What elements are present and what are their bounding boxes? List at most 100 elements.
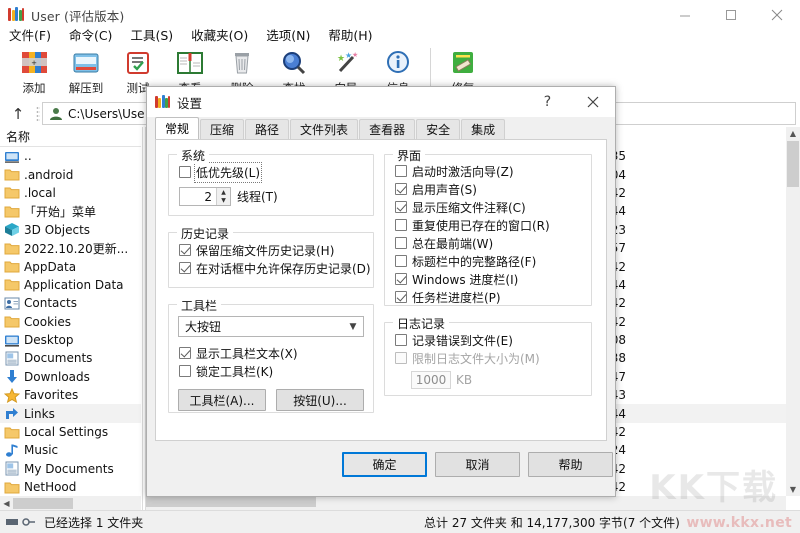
checkbox-log-errors[interactable]: 记录错误到文件(E) bbox=[395, 331, 591, 349]
spinner-down-icon[interactable]: ▼ bbox=[217, 197, 230, 206]
desktop-icon bbox=[4, 333, 20, 348]
tab-2[interactable]: 路径 bbox=[245, 119, 290, 139]
threads-spinner[interactable]: 2 ▲ ▼ bbox=[179, 187, 231, 206]
threads-value[interactable]: 2 bbox=[180, 190, 216, 204]
menu-file[interactable]: 文件(F) bbox=[0, 23, 60, 46]
checkbox-box[interactable] bbox=[179, 365, 191, 377]
buttons-config-button[interactable]: 按钮(U)... bbox=[276, 389, 364, 411]
file-name: 2022.10.20更新... bbox=[24, 241, 129, 256]
file-row[interactable]: Links bbox=[0, 404, 141, 423]
tab-label: 查看器 bbox=[369, 123, 406, 137]
chevron-down-icon[interactable]: ▼ bbox=[343, 322, 363, 332]
interface-checkbox-6[interactable]: Windows 进度栏(I) bbox=[395, 270, 591, 288]
menu-commands[interactable]: 命令(C) bbox=[60, 23, 121, 46]
group-history-title: 历史记录 bbox=[177, 225, 234, 242]
scrollbar-thumb[interactable] bbox=[13, 497, 73, 509]
ok-button[interactable]: 确定 bbox=[342, 452, 427, 477]
checkbox-box[interactable] bbox=[179, 347, 191, 359]
file-row[interactable]: .local bbox=[0, 184, 141, 202]
toolbar-button-add[interactable]: + 添加 bbox=[8, 46, 60, 100]
file-row[interactable]: .android bbox=[0, 165, 141, 183]
tab-1[interactable]: 压缩 bbox=[200, 119, 245, 139]
interface-checkbox-0[interactable]: 启动时激活向导(Z) bbox=[395, 162, 591, 180]
checkbox-limit-log-size: 限制日志文件大小为(M) bbox=[395, 349, 591, 367]
checkbox-box[interactable] bbox=[179, 262, 191, 274]
file-row[interactable]: 2022.10.20更新... bbox=[0, 239, 141, 257]
file-row[interactable]: AppData bbox=[0, 257, 141, 275]
file-row[interactable]: Local Settings bbox=[0, 423, 141, 441]
spinner-buttons[interactable]: ▲ ▼ bbox=[216, 188, 230, 205]
help-button-footer[interactable]: 帮助 bbox=[528, 452, 613, 477]
column-header-name[interactable]: 名称 bbox=[0, 127, 141, 147]
file-name: .android bbox=[24, 167, 74, 182]
horizontal-scrollbar-left[interactable]: ◀ bbox=[0, 496, 141, 510]
file-row[interactable]: 3D Objects bbox=[0, 221, 141, 239]
file-row[interactable]: .. bbox=[0, 147, 141, 165]
file-name: Downloads bbox=[24, 369, 90, 384]
checkbox-box[interactable] bbox=[395, 255, 407, 267]
file-row[interactable]: Documents bbox=[0, 349, 141, 367]
file-row[interactable]: Favorites bbox=[0, 386, 141, 404]
interface-checkbox-3[interactable]: 重复使用已存在的窗口(R) bbox=[395, 216, 591, 234]
checkbox-low-priority[interactable]: 低优先级(L) bbox=[179, 161, 373, 183]
file-row[interactable]: Desktop bbox=[0, 331, 141, 349]
file-list[interactable]: .. .android .local 「开始」菜单 3D Objects 2022.10.… bbox=[0, 147, 141, 496]
help-button[interactable]: ? bbox=[525, 87, 570, 117]
file-row[interactable]: Downloads bbox=[0, 368, 141, 386]
tab-3[interactable]: 文件列表 bbox=[290, 119, 359, 139]
menu-help[interactable]: 帮助(H) bbox=[319, 23, 381, 46]
scroll-up-icon[interactable]: ▲ bbox=[786, 127, 800, 140]
file-row[interactable]: Application Data bbox=[0, 276, 141, 294]
toolbar-button-extract[interactable]: 解压到 bbox=[60, 46, 112, 100]
checkbox-box[interactable] bbox=[395, 201, 407, 213]
tab-4[interactable]: 查看器 bbox=[359, 119, 416, 139]
spinner-up-icon[interactable]: ▲ bbox=[217, 188, 230, 197]
checkbox-box[interactable] bbox=[179, 244, 191, 256]
checkbox-box[interactable] bbox=[395, 291, 407, 303]
checkbox-allow-history-in-dialogs[interactable]: 在对话框中允许保存历史记录(D) bbox=[179, 259, 373, 277]
scroll-left-icon[interactable]: ◀ bbox=[0, 499, 13, 508]
interface-checkbox-1[interactable]: 启用声音(S) bbox=[395, 180, 591, 198]
file-row[interactable]: Contacts bbox=[0, 294, 141, 312]
scrollbar-thumb-vertical[interactable] bbox=[787, 141, 799, 187]
file-row[interactable]: My Documents bbox=[0, 460, 141, 478]
toolbar-size-combobox[interactable]: 大按钮 ▼ bbox=[178, 316, 364, 337]
file-row[interactable]: Music bbox=[0, 441, 141, 459]
close-icon[interactable] bbox=[570, 87, 615, 117]
vertical-scrollbar[interactable]: ▲ ▼ bbox=[786, 127, 800, 496]
checkbox-box[interactable] bbox=[179, 166, 191, 178]
checkbox-box[interactable] bbox=[395, 273, 407, 285]
file-row[interactable]: Cookies bbox=[0, 313, 141, 331]
toolbar-config-button[interactable]: 工具栏(A)... bbox=[178, 389, 266, 411]
checkbox-show-toolbar-text[interactable]: 显示工具栏文本(X) bbox=[179, 344, 373, 362]
checkbox-box[interactable] bbox=[395, 165, 407, 177]
menu-options[interactable]: 选项(N) bbox=[257, 23, 319, 46]
interface-checkbox-7[interactable]: 任务栏进度栏(P) bbox=[395, 288, 591, 306]
tab-0[interactable]: 常规 bbox=[155, 117, 200, 139]
tab-6[interactable]: 集成 bbox=[461, 119, 506, 139]
checkbox-lock-toolbar[interactable]: 锁定工具栏(K) bbox=[179, 362, 373, 380]
file-row[interactable]: 「开始」菜单 bbox=[0, 202, 141, 220]
checkbox-box[interactable] bbox=[395, 219, 407, 231]
checkbox-keep-archive-history[interactable]: 保留压缩文件历史记录(H) bbox=[179, 241, 373, 259]
favorites-star-icon bbox=[3, 387, 21, 403]
tab-5[interactable]: 安全 bbox=[416, 119, 461, 139]
interface-checkbox-2[interactable]: 显示压缩文件注释(C) bbox=[395, 198, 591, 216]
menu-favorites[interactable]: 收藏夹(O) bbox=[182, 23, 257, 46]
navigate-up-button[interactable]: ↑ bbox=[0, 101, 36, 126]
file-name: .. bbox=[24, 149, 32, 164]
scroll-down-icon[interactable]: ▼ bbox=[786, 483, 800, 496]
menu-tools[interactable]: 工具(S) bbox=[121, 23, 182, 46]
checkbox-box[interactable] bbox=[395, 183, 407, 195]
interface-checkbox-4[interactable]: 总在最前端(W) bbox=[395, 234, 591, 252]
address-value: C:\Users\Use bbox=[68, 106, 145, 121]
toolbar-grip[interactable] bbox=[36, 105, 40, 122]
interface-checkbox-5[interactable]: 标题栏中的完整路径(F) bbox=[395, 252, 591, 270]
cancel-button[interactable]: 取消 bbox=[435, 452, 520, 477]
file-row[interactable]: NetHood bbox=[0, 478, 141, 496]
file-name: Music bbox=[24, 443, 59, 458]
scrollbar-thumb-h2[interactable] bbox=[146, 496, 316, 507]
dialog-titlebar: 设置 ? bbox=[147, 87, 615, 117]
checkbox-box[interactable] bbox=[395, 237, 407, 249]
checkbox-box[interactable] bbox=[395, 334, 407, 346]
